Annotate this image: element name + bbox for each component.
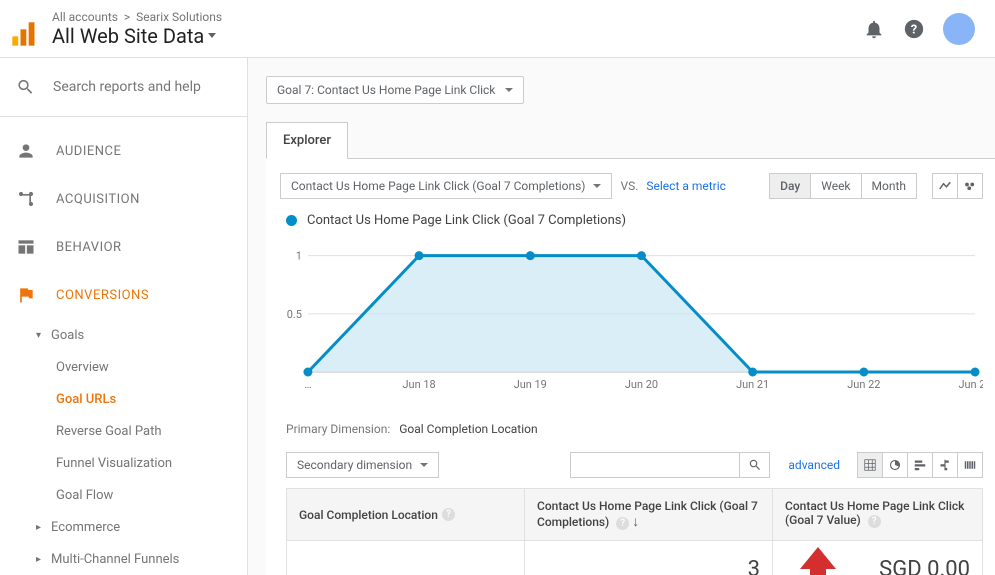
chart-type-motion-button[interactable]	[957, 173, 983, 199]
view-comparison-button[interactable]	[932, 452, 958, 478]
series-dot-icon	[286, 215, 297, 226]
breadcrumb[interactable]: All accounts > Searix Solutions	[52, 10, 863, 24]
help-icon[interactable]: ?	[868, 515, 881, 528]
sidebar-item-audience[interactable]: AUDIENCE	[0, 127, 247, 175]
svg-text:Jun 21: Jun 21	[736, 378, 769, 391]
flag-icon	[16, 285, 36, 305]
sidebar-item-goals[interactable]: Goals	[0, 319, 247, 351]
main-content: Goal 7: Contact Us Home Page Link Click …	[248, 58, 995, 575]
tab-explorer[interactable]: Explorer	[266, 122, 348, 159]
data-table: Goal Completion Location ? Contact Us Ho…	[286, 488, 983, 575]
svg-text:…: …	[304, 378, 311, 391]
search-input[interactable]	[53, 79, 231, 95]
chevron-down-icon	[208, 33, 216, 38]
svg-text:Jun 20: Jun 20	[625, 378, 658, 391]
svg-text:?: ?	[911, 22, 917, 37]
avatar[interactable]	[943, 13, 975, 45]
sidebar-item-overview[interactable]: Overview	[0, 351, 247, 383]
svg-text:0.5: 0.5	[287, 308, 302, 321]
summary-cell-location	[287, 541, 525, 575]
chart-legend: Contact Us Home Page Link Click (Goal 7 …	[286, 213, 995, 228]
primary-dimension-label: Primary Dimension: Goal Completion Locat…	[286, 422, 995, 436]
page-title: All Web Site Data	[52, 24, 204, 48]
svg-text:Jun 22: Jun 22	[847, 378, 880, 391]
svg-text:Jun 19: Jun 19	[514, 378, 547, 391]
behavior-icon	[16, 237, 36, 257]
sidebar: AUDIENCE ACQUISITION BEHAVIOR CONVERSION…	[0, 58, 248, 575]
help-icon[interactable]: ?	[903, 18, 925, 40]
sidebar-item-reverse-goal-path[interactable]: Reverse Goal Path	[0, 415, 247, 447]
annotation-arrow	[800, 547, 836, 575]
vs-label: VS.	[620, 179, 638, 193]
chart-type-line-button[interactable]	[932, 173, 958, 199]
app-header: All accounts > Searix Solutions All Web …	[0, 0, 995, 58]
column-header-location[interactable]: Goal Completion Location ?	[287, 489, 525, 540]
search-row[interactable]	[0, 58, 247, 117]
person-icon	[16, 141, 36, 161]
sidebar-item-funnel-visualization[interactable]: Funnel Visualization	[0, 447, 247, 479]
column-header-value[interactable]: Contact Us Home Page Link Click (Goal 7 …	[773, 489, 982, 540]
view-pie-button[interactable]	[882, 452, 908, 478]
time-day-button[interactable]: Day	[769, 173, 811, 199]
select-metric-link[interactable]: Select a metric	[646, 179, 726, 193]
chevron-down-icon	[505, 88, 513, 92]
bell-icon[interactable]	[863, 18, 885, 40]
metric-selector[interactable]: Contact Us Home Page Link Click (Goal 7 …	[280, 173, 612, 199]
svg-text:Jun 18: Jun 18	[403, 378, 436, 391]
view-pivot-button[interactable]	[957, 452, 983, 478]
table-search-input[interactable]	[570, 452, 740, 478]
table-search-button[interactable]	[740, 452, 770, 478]
sidebar-item-acquisition[interactable]: ACQUISITION	[0, 175, 247, 223]
svg-text:Jun 23: Jun 23	[958, 378, 983, 391]
chevron-down-icon	[593, 184, 601, 188]
sidebar-item-ecommerce[interactable]: Ecommerce	[0, 511, 247, 543]
goal-selector[interactable]: Goal 7: Contact Us Home Page Link Click	[266, 76, 524, 104]
sidebar-item-conversions[interactable]: CONVERSIONS	[0, 271, 247, 319]
view-selector[interactable]: All Web Site Data	[52, 24, 863, 48]
ga-logo-icon	[10, 20, 38, 48]
svg-text:1: 1	[296, 250, 302, 263]
column-header-completions[interactable]: Contact Us Home Page Link Click (Goal 7 …	[525, 489, 773, 540]
time-week-button[interactable]: Week	[810, 173, 861, 199]
sidebar-item-behavior[interactable]: BEHAVIOR	[0, 223, 247, 271]
view-performance-button[interactable]	[907, 452, 933, 478]
search-icon	[16, 76, 35, 98]
view-table-button[interactable]	[857, 452, 883, 478]
acquisition-icon	[16, 189, 36, 209]
line-chart[interactable]: 0.5 1 … Jun 18 Jun 19 Jun 20 Jun 21 Jun 22 Jun 2…	[286, 234, 983, 394]
summary-cell-completions: 3 % of Total: 100.00% (3)	[525, 541, 773, 575]
sort-down-icon: ↓	[632, 514, 639, 530]
time-month-button[interactable]: Month	[861, 173, 917, 199]
sidebar-item-goal-urls[interactable]: Goal URLs	[0, 383, 247, 415]
sidebar-item-goal-flow[interactable]: Goal Flow	[0, 479, 247, 511]
breadcrumb-child[interactable]: Searix Solutions	[136, 10, 222, 24]
help-icon[interactable]: ?	[442, 508, 455, 521]
breadcrumb-parent[interactable]: All accounts	[52, 10, 118, 24]
chevron-down-icon	[420, 463, 428, 467]
secondary-dimension-selector[interactable]: Secondary dimension	[286, 452, 439, 478]
help-icon[interactable]: ?	[616, 517, 629, 530]
advanced-link[interactable]: advanced	[788, 458, 840, 472]
sidebar-item-multi-channel-funnels[interactable]: Multi-Channel Funnels	[0, 543, 247, 575]
